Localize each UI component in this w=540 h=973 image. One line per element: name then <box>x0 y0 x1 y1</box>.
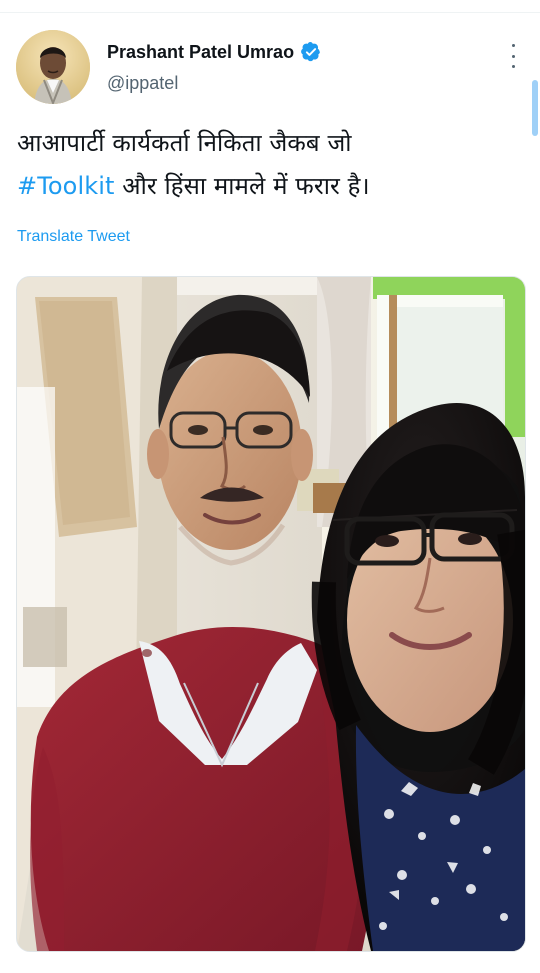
more-vertical-icon <box>511 54 515 58</box>
translate-tweet-link[interactable]: Translate Tweet <box>17 226 130 248</box>
author-display-name[interactable]: Prashant Patel Umrao <box>107 40 294 64</box>
tweet-text: आआपार्टी कार्यकर्ता निकिता जैकब जो #Tool… <box>17 122 517 208</box>
verified-badge-icon <box>301 42 321 62</box>
author-meta: Prashant Patel Umrao @ippatel <box>107 40 437 94</box>
selfie-photo-icon <box>17 277 525 951</box>
avatar[interactable] <box>16 30 90 104</box>
scrollbar[interactable] <box>532 80 538 136</box>
more-vertical-icon <box>511 65 515 68</box>
tweet-text-line-2: #Toolkit और हिंसा मामले में फरार है। <box>17 165 517 208</box>
tweet-text-line-2-rest: और हिंसा मामले में फरार है। <box>114 172 370 200</box>
person-portrait-icon <box>16 30 90 104</box>
hashtag-link[interactable]: #Toolkit <box>17 172 115 200</box>
tweet-screen: Prashant Patel Umrao @ippatel आआपार्टी क… <box>0 0 540 973</box>
more-vertical-icon <box>511 44 515 47</box>
tweet-header: Prashant Patel Umrao @ippatel <box>16 30 524 108</box>
more-button[interactable] <box>506 44 520 68</box>
top-divider <box>0 12 540 13</box>
tweet-text-line-1: आआपार्टी कार्यकर्ता निकिता जैकब जो <box>17 129 352 157</box>
author-handle[interactable]: @ippatel <box>107 72 437 94</box>
author-name-row: Prashant Patel Umrao <box>107 40 437 64</box>
tweet-photo[interactable] <box>16 276 526 952</box>
